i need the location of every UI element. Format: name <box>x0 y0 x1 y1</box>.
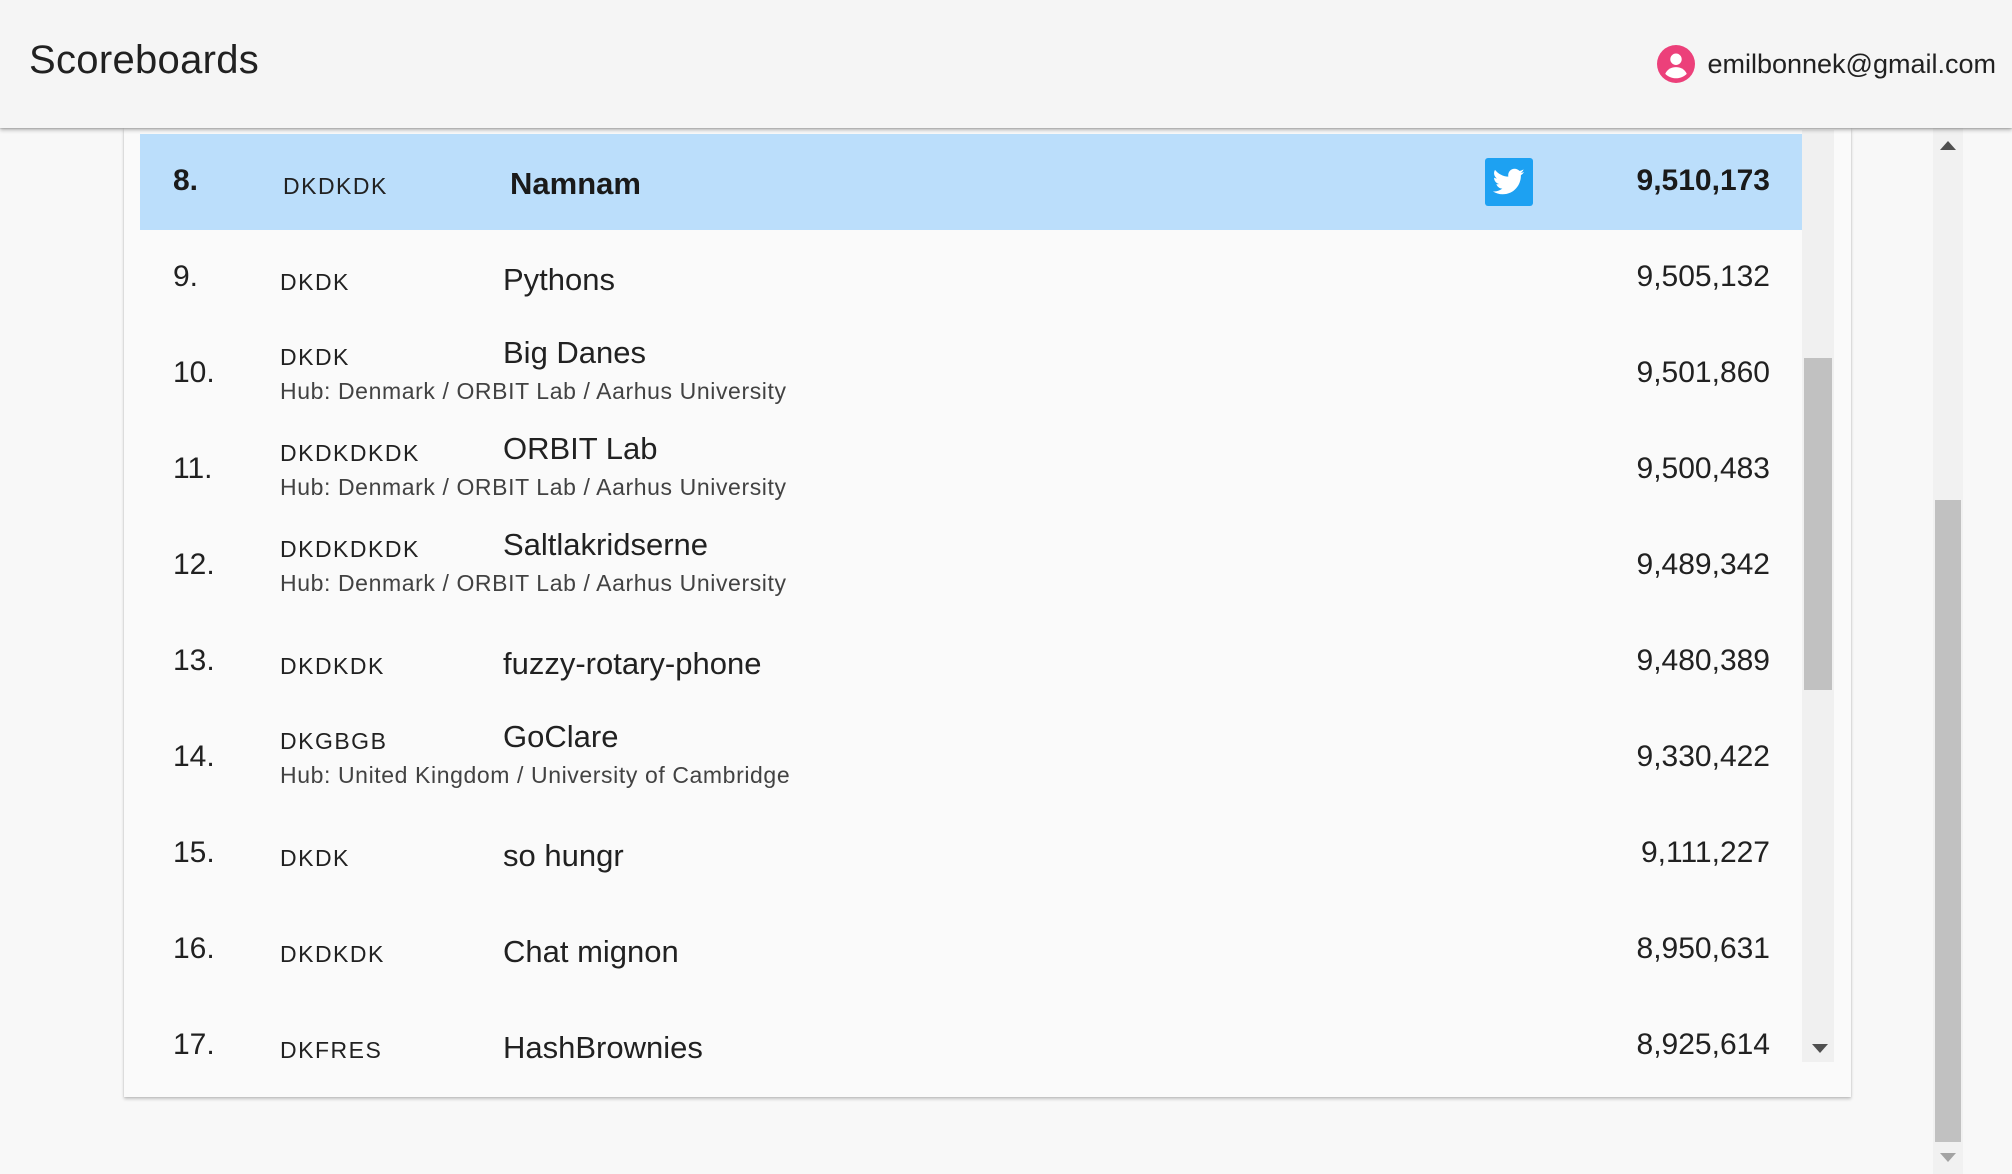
scoreboard-row[interactable]: 8. DKDKDK Namnam 9,510,173 <box>140 134 1802 230</box>
account-menu[interactable]: emilbonnek@gmail.com <box>1657 44 1996 84</box>
twitter-share-button[interactable] <box>1485 158 1533 206</box>
row-team-name: GoClare <box>503 719 619 754</box>
scoreboard-row[interactable]: 14. DKGBGB GoClare Hub: United Kingdom / Un… <box>140 710 1802 806</box>
row-score: 9,505,132 <box>1636 260 1770 293</box>
row-rank: 13. <box>173 644 215 677</box>
row-team-name: Big Danes <box>503 335 647 370</box>
scoreboard-row[interactable]: 13. DKDKDK fuzzy-rotary-phone 9,480,389 <box>140 614 1802 710</box>
row-country-flags: DKDK <box>280 344 350 370</box>
row-country-flags: DKDK <box>280 269 350 295</box>
row-score: 9,501,860 <box>1636 356 1770 389</box>
account-email[interactable]: emilbonnek@gmail.com <box>1707 49 1996 80</box>
account-circle-icon[interactable] <box>1657 45 1696 83</box>
row-team-name: so hungr <box>503 838 624 873</box>
row-score: 9,480,389 <box>1636 644 1770 677</box>
app-bar: Scoreboards emilbonnek@gmail.com <box>0 0 2012 128</box>
page-scroll-up-icon[interactable] <box>1940 141 1956 150</box>
row-rank: 9. <box>173 260 199 293</box>
row-country-flags: DKDK <box>280 845 350 871</box>
row-score: 8,925,614 <box>1636 1028 1770 1061</box>
row-country-flags: DKDKDK <box>280 653 385 679</box>
row-country-flags: DKGBGB <box>280 728 388 754</box>
twitter-icon <box>1493 168 1525 195</box>
scoreboard-row[interactable]: 16. DKDKDK Chat mignon 8,950,631 <box>140 902 1802 998</box>
row-country-flags: DKDKDK <box>283 173 388 199</box>
list-scroll-down-icon[interactable] <box>1812 1044 1828 1053</box>
row-score: 9,510,173 <box>1636 164 1770 197</box>
row-team-name: ORBIT Lab <box>503 431 658 466</box>
scoreboard-row[interactable]: 11. DKDKDKDK ORBIT Lab Hub: Denmark / ORBIT… <box>140 422 1802 518</box>
scoreboard-row[interactable]: 15. DKDK so hungr 9,111,227 <box>140 806 1802 902</box>
row-rank: 17. <box>173 1028 215 1061</box>
row-rank: 15. <box>173 836 215 869</box>
row-hub: Hub: Denmark / ORBIT Lab / Aarhus Univer… <box>280 570 787 596</box>
page-scroll-down-icon[interactable] <box>1940 1153 1956 1162</box>
list-scrollbar-thumb[interactable] <box>1804 358 1832 690</box>
row-rank: 11. <box>173 452 213 485</box>
scoreboard-row[interactable]: 17. DKFRES HashBrownies 8,925,614 <box>140 998 1802 1094</box>
scoreboard-row[interactable]: 10. DKDK Big Danes Hub: Denmark / ORBIT Lab… <box>140 326 1802 422</box>
page-scrollbar-thumb[interactable] <box>1935 500 1961 1142</box>
scoreboard-card: 8. DKDKDK Namnam 9,510,173 9. DKDK Pythons 9,50… <box>124 128 1851 1097</box>
row-team-name: HashBrownies <box>503 1030 703 1065</box>
row-score: 9,500,483 <box>1636 452 1770 485</box>
row-team-name: Namnam <box>510 166 641 201</box>
row-hub: Hub: Denmark / ORBIT Lab / Aarhus Univer… <box>280 378 787 404</box>
row-team-name: Saltlakridserne <box>503 527 709 562</box>
row-country-flags: DKDKDKDK <box>280 440 420 466</box>
row-team-name: fuzzy-rotary-phone <box>503 646 762 681</box>
row-team-name: Pythons <box>503 262 616 297</box>
page-title: Scoreboards <box>29 38 260 82</box>
row-country-flags: DKDKDK <box>280 941 385 967</box>
row-score: 9,330,422 <box>1636 740 1770 773</box>
row-score: 8,950,631 <box>1636 932 1770 965</box>
row-hub: Hub: Denmark / ORBIT Lab / Aarhus Univer… <box>280 474 787 500</box>
row-score: 9,489,342 <box>1636 548 1770 581</box>
row-hub: Hub: United Kingdom / University of Camb… <box>280 762 791 788</box>
row-rank: 10. <box>173 356 215 389</box>
row-country-flags: DKDKDKDK <box>280 536 420 562</box>
row-rank: 16. <box>173 932 215 965</box>
row-rank: 12. <box>173 548 215 581</box>
scoreboard-row[interactable]: 12. DKDKDKDK Saltlakridserne Hub: Denmark /… <box>140 518 1802 614</box>
scoreboard-row[interactable]: 9. DKDK Pythons 9,505,132 <box>140 230 1802 326</box>
scoreboard-list: 8. DKDKDK Namnam 9,510,173 9. DKDK Pythons 9,50… <box>140 134 1802 1094</box>
row-rank: 8. <box>173 164 199 197</box>
row-score: 9,111,227 <box>1640 836 1770 869</box>
row-team-name: Chat mignon <box>503 934 679 969</box>
row-country-flags: DKFRES <box>280 1037 383 1063</box>
row-rank: 14. <box>173 740 215 773</box>
